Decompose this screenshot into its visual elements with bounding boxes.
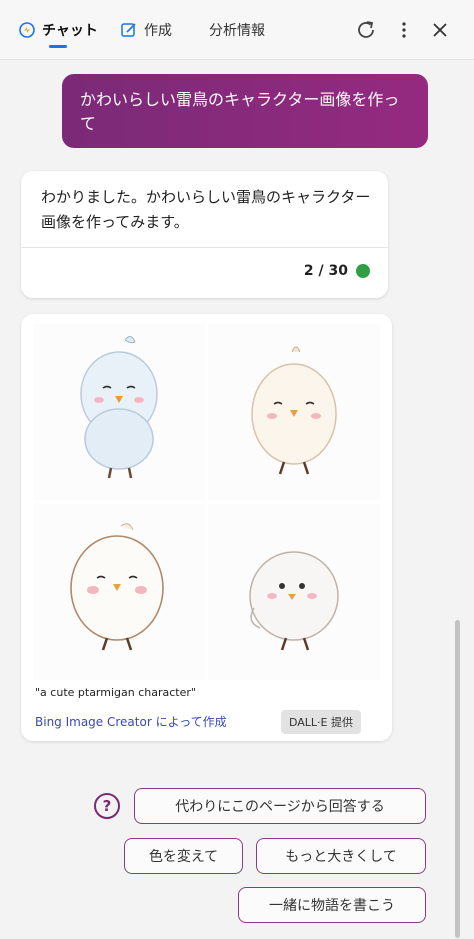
suggestion-answer-from-page[interactable]: 代わりにこのページから回答する — [134, 788, 426, 824]
help-icon[interactable]: ? — [94, 793, 120, 819]
suggestion-make-bigger[interactable]: もっと大きくして — [256, 838, 426, 874]
user-message-bubble: かわいらしい雷鳥のキャラクター画像を作って — [62, 74, 428, 148]
divider — [21, 247, 388, 248]
more-button[interactable] — [392, 18, 416, 42]
refresh-button[interactable] — [354, 18, 378, 42]
tab-create[interactable]: 作成 — [120, 0, 172, 60]
top-bar: チャット 作成 分析情報 — [0, 0, 474, 60]
image-caption: "a cute ptarmigan character" — [35, 686, 196, 699]
status-dot — [356, 264, 370, 278]
tab-chat-label: チャット — [42, 22, 98, 39]
generated-image-3[interactable] — [33, 504, 205, 680]
bot-message-card: わかりました。かわいらしい雷鳥のキャラクター画像を作ってみます。 2 / 30 — [21, 171, 388, 298]
response-counter: 2 / 30 — [304, 263, 370, 279]
image-grid — [33, 324, 380, 680]
chat-icon — [19, 21, 35, 38]
counter-text: 2 / 30 — [303, 263, 348, 279]
more-icon — [402, 22, 406, 38]
refresh-icon — [358, 21, 374, 38]
image-creator-link[interactable]: Bing Image Creator によって作成 — [35, 713, 227, 730]
tab-chat[interactable]: チャット — [18, 0, 98, 60]
generated-image-4[interactable] — [208, 504, 380, 680]
compose-icon — [121, 22, 136, 37]
image-result-card: "a cute ptarmigan character" Bing Image … — [21, 314, 392, 741]
user-message-text: かわいらしい雷鳥のキャラクター画像を作って — [80, 90, 400, 133]
tab-analysis[interactable]: 分析情報 — [209, 0, 265, 60]
tab-analysis-label: 分析情報 — [209, 22, 265, 39]
generated-image-1[interactable] — [33, 324, 205, 500]
close-icon — [433, 23, 447, 37]
suggestion-change-color[interactable]: 色を変えて — [124, 838, 243, 874]
tab-active-indicator — [48, 44, 67, 48]
dalle-badge: DALL·E 提供 — [281, 710, 362, 734]
suggestion-write-story[interactable]: 一緒に物語を書こう — [238, 887, 426, 923]
scrollbar-thumb[interactable] — [455, 620, 460, 938]
bot-message-text: わかりました。かわいらしい雷鳥のキャラクター画像を作ってみます。 — [41, 188, 371, 231]
tab-create-label: 作成 — [144, 22, 172, 39]
generated-image-2[interactable] — [208, 324, 380, 500]
close-button[interactable] — [428, 18, 452, 42]
